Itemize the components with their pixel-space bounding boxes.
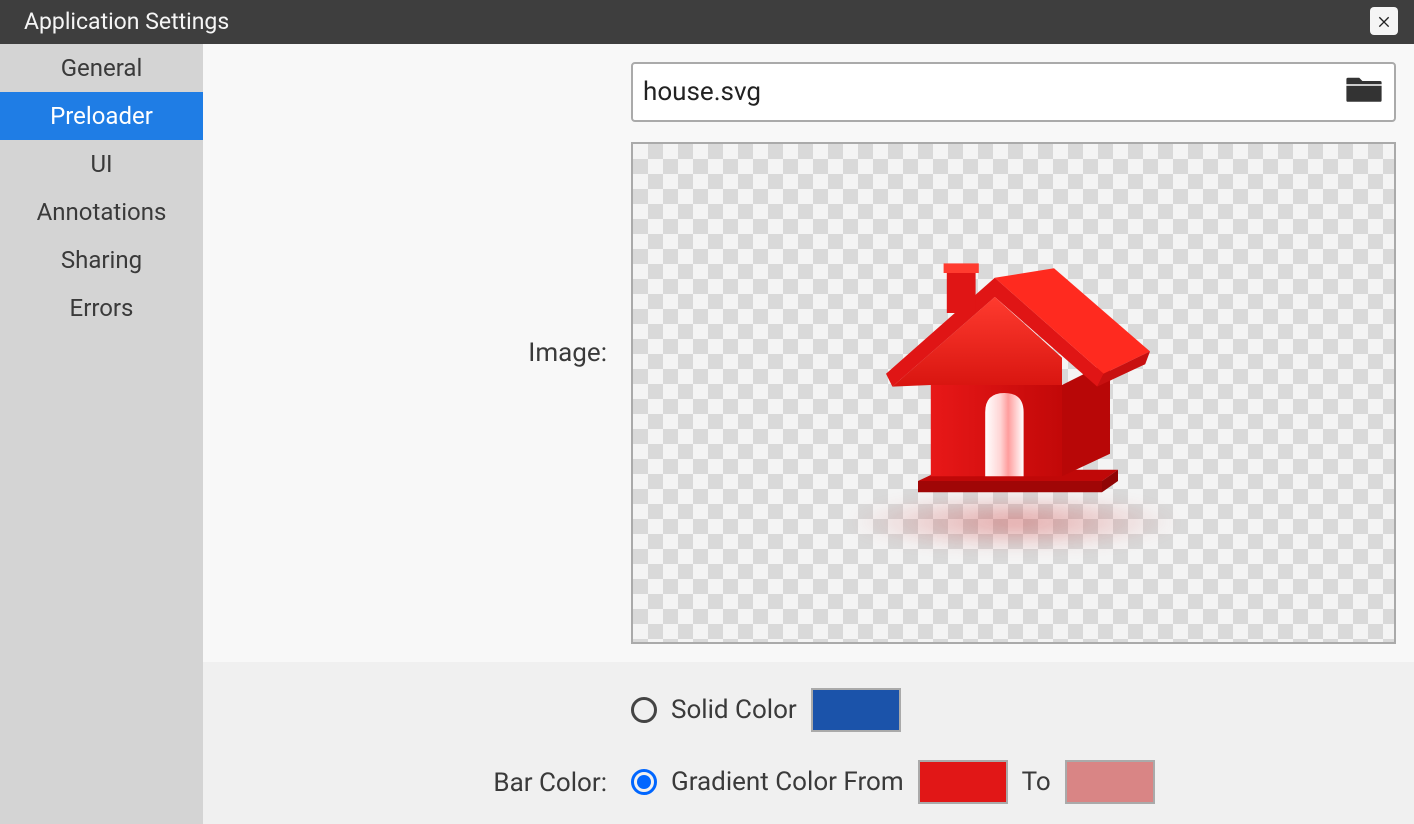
sidebar-item-annotations[interactable]: Annotations — [0, 188, 203, 236]
house-icon — [854, 233, 1174, 553]
titlebar: Application Settings — [0, 0, 1414, 44]
gradient-to-swatch[interactable] — [1065, 760, 1155, 804]
bar-color-label: Bar Color: — [203, 768, 631, 804]
image-file-input[interactable]: house.svg — [631, 62, 1396, 122]
solid-color-label: Solid Color — [671, 695, 797, 725]
image-preview — [631, 142, 1396, 644]
gradient-color-row: Gradient Color From To — [631, 760, 1396, 804]
sidebar-item-ui[interactable]: UI — [0, 140, 203, 188]
solid-color-swatch[interactable] — [811, 688, 901, 732]
sidebar-item-errors[interactable]: Errors — [0, 284, 203, 332]
gradient-color-radio[interactable] — [631, 769, 657, 795]
gradient-from-label: Gradient Color From — [671, 767, 904, 797]
close-button[interactable] — [1370, 7, 1398, 35]
image-label: Image: — [203, 62, 631, 644]
folder-icon[interactable] — [1344, 73, 1384, 112]
solid-color-row: Solid Color — [631, 688, 1396, 732]
image-filename: house.svg — [643, 77, 1344, 107]
gradient-from-swatch[interactable] — [918, 760, 1008, 804]
close-icon — [1376, 13, 1392, 29]
window-title: Application Settings — [24, 8, 229, 35]
sidebar: General Preloader UI Annotations Sharing… — [0, 44, 203, 824]
sidebar-item-preloader[interactable]: Preloader — [0, 92, 203, 140]
sidebar-item-general[interactable]: General — [0, 44, 203, 92]
sidebar-item-sharing[interactable]: Sharing — [0, 236, 203, 284]
bar-color-section: Bar Color: Solid Color Gradient Color Fr… — [203, 662, 1414, 824]
gradient-to-label: To — [1022, 767, 1051, 797]
image-section: Image: house.svg — [203, 44, 1414, 662]
solid-color-radio[interactable] — [631, 697, 657, 723]
main-panel: Image: house.svg — [203, 44, 1414, 824]
